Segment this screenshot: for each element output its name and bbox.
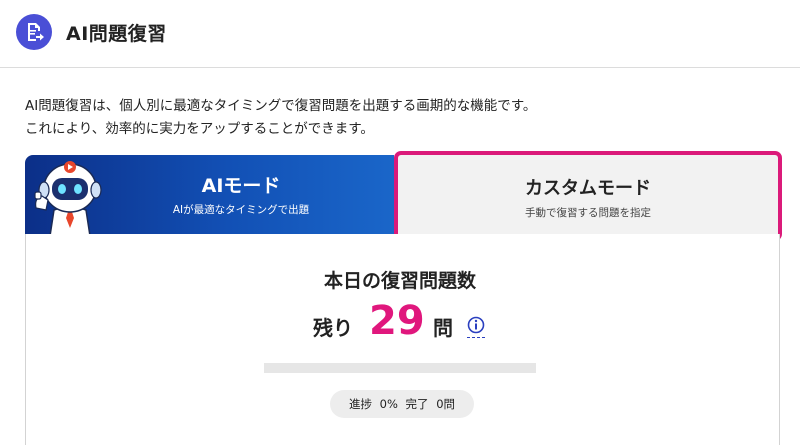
tab-custom-mode-title: カスタムモード — [525, 178, 651, 199]
today-review-title: 本日の復習問題数 — [323, 270, 476, 292]
tab-custom-mode-subtitle: 手動で復習する問題を指定 — [525, 207, 651, 219]
info-icon[interactable] — [467, 315, 485, 338]
intro-line-2: これにより、効率的に実力をアップすることができます。 — [25, 121, 374, 137]
remaining-count-row: 残り 29 問 — [313, 298, 513, 350]
remaining-prefix: 残り — [313, 316, 353, 340]
robot-mascot-icon — [30, 158, 112, 238]
remaining-suffix: 問 — [433, 316, 453, 340]
page-title: AI問題復習 — [66, 23, 167, 45]
status-done-value: 0問 — [436, 397, 456, 411]
tab-ai-mode-title: AIモード — [201, 175, 281, 197]
status-progress-label: 進捗 — [348, 397, 372, 411]
remaining-count: 29 — [369, 298, 425, 344]
intro-text: AI問題復習は、個人別に最適なタイミングで復習問題を出題する画期的な機能です。 … — [25, 95, 536, 141]
status-done-label: 完了 — [405, 397, 429, 411]
tab-custom-mode[interactable]: カスタムモード 手動で復習する問題を指定 — [394, 151, 782, 241]
intro-line-1: AI問題復習は、個人別に最適なタイミングで復習問題を出題する画期的な機能です。 — [25, 98, 537, 114]
progress-status-badge: 進捗 0% 完了 0問 — [330, 390, 474, 418]
document-arrow-icon — [16, 14, 52, 50]
status-progress-value: 0% — [379, 397, 398, 411]
page-header: AI問題復習 — [0, 0, 800, 68]
tab-ai-mode-subtitle: AIが最適なタイミングで出題 — [172, 204, 310, 216]
progress-bar — [264, 363, 536, 373]
